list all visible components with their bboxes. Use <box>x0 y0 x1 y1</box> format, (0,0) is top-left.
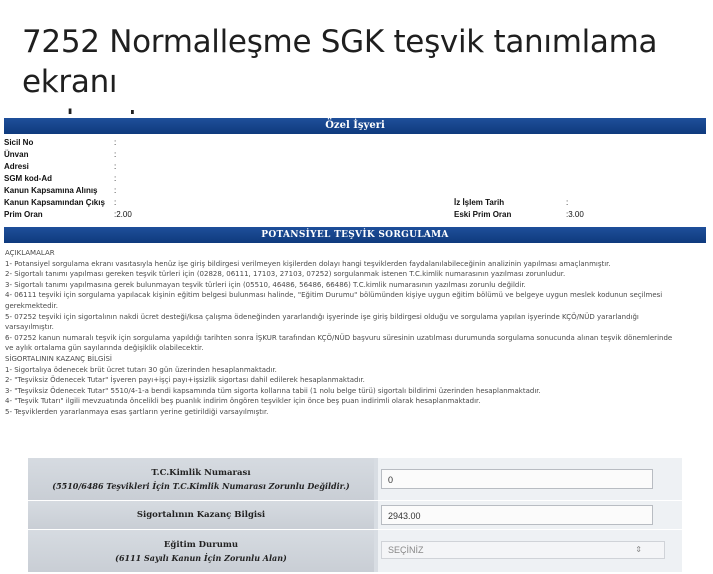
info-value-iz-islem-tarih: : <box>566 198 569 207</box>
tc-sublabel: (5510/6486 Teşvikleri İçin T.C.Kimlik Nu… <box>52 480 350 491</box>
note-line: gerekmektedir. <box>5 301 58 310</box>
tc-kimlik-input[interactable]: 0 <box>381 469 653 489</box>
info-label: SGM kod-Ad <box>4 174 52 183</box>
note-line: 3- "Teşviksiz Ödenecek Tutar" 5510/4-1-a… <box>5 386 541 395</box>
salary-label-cell: Sigortalının Kazanç Bilgisi <box>28 501 374 529</box>
education-label-cell: Eğitim Durumu (6111 Sayılı Kanun İçin Zo… <box>28 530 374 572</box>
info-value: : <box>114 138 117 147</box>
info-label: Ünvan <box>4 150 29 159</box>
form-row-education: Eğitim Durumu (6111 Sayılı Kanun İçin Zo… <box>28 530 682 573</box>
form-row-tc: T.C.Kimlik Numarası (5510/6486 Teşvikler… <box>28 458 682 501</box>
info-value: : <box>114 186 117 195</box>
salary-input-cell: 2943.00 <box>378 501 682 529</box>
info-label: Prim Oran <box>4 210 43 219</box>
notes-subheading: SİGORTALININ KAZANÇ BİLGİSİ <box>5 354 112 363</box>
note-line: 4- "Teşvik Tutarı" ilgili mevzuatında ön… <box>5 397 481 406</box>
salary-input[interactable]: 2943.00 <box>381 505 653 525</box>
employer-section-header: Özel İşyeri <box>4 118 706 134</box>
note-line: ve aylık ortalama gün sayılarında değişi… <box>5 344 204 353</box>
form-row-salary: Sigortalının Kazanç Bilgisi 2943.00 <box>28 501 682 530</box>
tc-input-cell: 0 <box>378 458 682 500</box>
education-label: Eğitim Durumu <box>163 539 239 550</box>
sgk-screen: Özel İşyeri Sicil No : Ünvan : Adresi : … <box>0 114 706 574</box>
headline-line-1: 7252 Normalleşme SGK teşvik tanımlama ek… <box>22 24 658 100</box>
education-select[interactable]: SEÇİNİZ ⇕ <box>381 541 665 559</box>
tc-label-cell: T.C.Kimlik Numarası (5510/6486 Teşvikler… <box>28 458 374 500</box>
inquiry-section-header: POTANSİYEL TEŞVİK SORGULAMA <box>4 227 706 243</box>
select-arrows-icon: ⇕ <box>635 545 642 554</box>
salary-label: Sigortalının Kazanç Bilgisi <box>136 510 266 520</box>
info-value: : <box>114 198 117 207</box>
info-value: : <box>114 150 117 159</box>
info-value: : <box>114 162 117 171</box>
info-value: : <box>114 174 117 183</box>
note-line: 2- Sigortalı tanımı yapılması gereken te… <box>5 270 566 279</box>
note-line: varsayılmıştır. <box>5 323 54 332</box>
note-line: 5- Teşviklerden yararlanmaya esas şartla… <box>5 407 269 416</box>
note-line: 2- "Teşviksiz Ödenecek Tutar" İşveren pa… <box>5 376 365 385</box>
note-line: 1- Sigortalıya ödenecek brüt ücret tutar… <box>5 365 277 374</box>
info-label-iz-islem-tarih: İz İşlem Tarih <box>454 198 505 207</box>
note-line: 5- 07252 teşviki için sigortalının nakdi… <box>5 312 639 321</box>
education-sublabel: (6111 Sayılı Kanun İçin Zorunlu Alan) <box>115 552 287 563</box>
info-value-eski-prim-oran: :3.00 <box>566 210 584 219</box>
info-label: Kanun Kapsamından Çıkış <box>4 198 105 207</box>
explanation-notes: AÇIKLAMALAR 1- Potansiyel sorgulama ekra… <box>5 248 703 418</box>
note-line: 6- 07252 kanun numaralı teşvik için sorg… <box>5 333 673 342</box>
education-selected-value: SEÇİNİZ <box>388 545 424 555</box>
info-label: Sicil No <box>4 138 34 147</box>
info-value: :2.00 <box>114 210 132 219</box>
info-label-eski-prim-oran: Eski Prim Oran <box>454 210 512 219</box>
notes-heading: AÇIKLAMALAR <box>5 249 55 257</box>
note-line: 3- Sigortalı tanımı yapılmasına gerek bu… <box>5 280 526 289</box>
info-label: Adresi <box>4 162 29 171</box>
tc-label: T.C.Kimlik Numarası <box>151 467 251 478</box>
education-select-cell: SEÇİNİZ ⇕ <box>378 530 682 572</box>
note-line: 4- 06111 teşviki için sorgulama yapılaca… <box>5 291 663 300</box>
note-line: 1- Potansiyel sorgulama ekranı vasıtasıy… <box>5 259 611 268</box>
info-label: Kanun Kapsamına Alınış <box>4 186 98 195</box>
